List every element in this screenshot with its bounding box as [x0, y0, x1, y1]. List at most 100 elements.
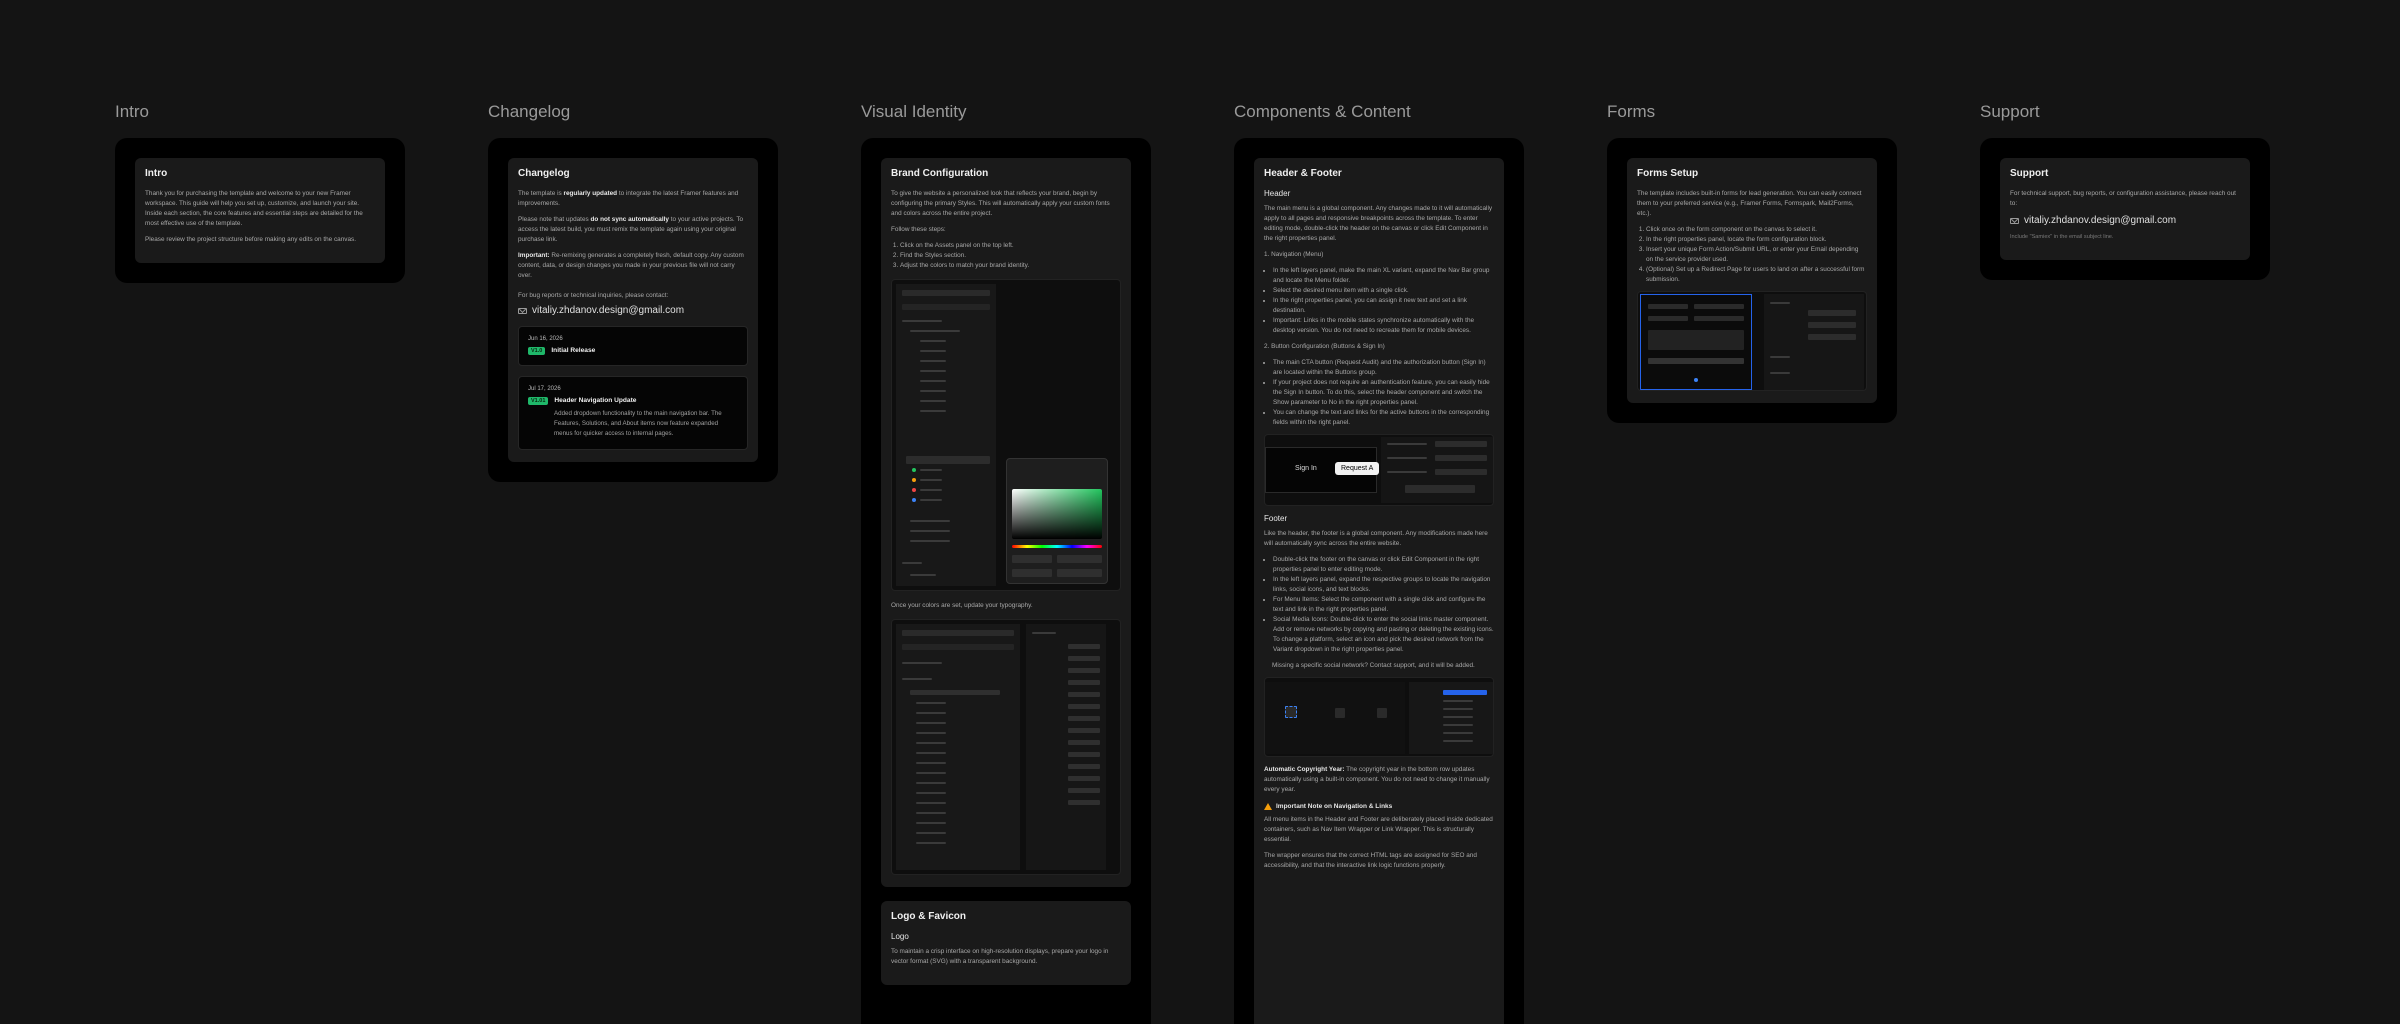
intro-section-title: Intro [115, 102, 150, 121]
changelog-entry-title: Header Navigation Update [554, 397, 637, 404]
footer-item: In the left layers panel, expand the res… [1273, 575, 1494, 595]
support-card-title: Support [2010, 168, 2049, 179]
navigation-list: In the left layers panel, make the main … [1264, 266, 1494, 336]
intro-card-title: Intro [145, 168, 168, 179]
footer-item: Double-click the footer on the canvas or… [1273, 555, 1494, 575]
changelog-card: Changelog The template is regularly upda… [508, 158, 758, 462]
footer-item: For Menu Items: Select the component wit… [1273, 595, 1494, 615]
brand-paragraph: To give the website a personalized look … [891, 190, 1110, 217]
missing-network-note: Missing a specific social network? Conta… [1272, 662, 1475, 669]
changelog-paragraph: Please note that updates do not sync aut… [518, 216, 744, 243]
changelog-entry-description: Added dropdown functionality to the main… [554, 410, 722, 437]
changelog-column: Changelog Changelog The template is regu… [488, 102, 778, 482]
mail-icon [2010, 217, 2019, 224]
changelog-frame: Changelog The template is regularly upda… [488, 138, 778, 482]
forms-step: (Optional) Set up a Redirect Page for us… [1646, 265, 1867, 285]
brand-paragraph: Follow these steps: [891, 226, 946, 233]
important-note-paragraph: The wrapper ensures that the correct HTM… [1264, 852, 1477, 869]
changelog-section-title: Changelog [488, 102, 571, 121]
forms-step: In the right properties panel, locate th… [1646, 235, 1867, 245]
important-note-paragraph: All menu items in the Header and Footer … [1264, 816, 1493, 843]
components-section-title: Components & Content [1234, 102, 1411, 121]
forms-step: Insert your unique Form Action/Submit UR… [1646, 245, 1867, 265]
navigation-heading: 1. Navigation (Menu) [1264, 251, 1324, 258]
important-note-heading: Important Note on Navigation & Links [1264, 803, 1494, 810]
brand-step: Find the Styles section. [900, 251, 1121, 261]
mail-icon [518, 307, 527, 314]
buttons-item: If your project does not require an auth… [1273, 378, 1494, 408]
support-paragraph: For technical support, bug reports, or c… [2010, 190, 2236, 207]
forms-section-title: Forms [1607, 102, 1656, 121]
buttons-item: You can change the text and links for th… [1273, 408, 1494, 428]
support-section-title: Support [1980, 102, 2040, 121]
intro-card: Intro Thank you for purchasing the templ… [135, 158, 385, 263]
footer-item: Social Media Icons: Double-click to ente… [1273, 615, 1494, 655]
forms-setup-card: Forms Setup The template includes built-… [1627, 158, 1877, 403]
changelog-entry-title: Initial Release [551, 347, 596, 354]
mock-signin-label: Sign In [1295, 465, 1317, 472]
header-paragraph: The main menu is a global component. Any… [1264, 205, 1493, 242]
header-footer-title: Header & Footer [1264, 168, 1342, 179]
changelog-paragraph: For bug reports or technical inquiries, … [518, 292, 669, 299]
logo-favicon-card: Logo & Favicon Logo To maintain a crisp … [881, 901, 1131, 985]
buttons-heading: 2. Button Configuration (Buttons & Sign … [1264, 343, 1385, 350]
forms-setup-title: Forms Setup [1637, 168, 1699, 179]
copyright-paragraph: Automatic Copyright Year: The copyright … [1264, 766, 1490, 793]
assets-panel-screenshot [891, 279, 1121, 591]
support-subject-note: Include "Samiex" in the email subject li… [2010, 234, 2114, 240]
header-buttons-screenshot: Sign In Request A [1264, 434, 1494, 506]
buttons-list: The main CTA button (Request Audit) and … [1264, 358, 1494, 428]
brand-configuration-title: Brand Configuration [891, 168, 989, 179]
changelog-email-link[interactable]: vitaliy.zhdanov.design@gmail.com [518, 305, 748, 316]
brand-configuration-card: Brand Configuration To give the website … [881, 158, 1131, 887]
intro-column: Intro Intro Thank you for purchasing the… [115, 102, 405, 283]
support-frame: Support For technical support, bug repor… [1980, 138, 2270, 280]
support-email-text: vitaliy.zhdanov.design@gmail.com [2024, 215, 2177, 226]
forms-frame: Forms Setup The template includes built-… [1607, 138, 1897, 423]
footer-subheading: Footer [1264, 514, 1288, 523]
visual-identity-column: Visual Identity Brand Configuration To g… [861, 102, 1151, 1024]
support-email-link[interactable]: vitaliy.zhdanov.design@gmail.com [2010, 215, 2240, 226]
changelog-email-text: vitaliy.zhdanov.design@gmail.com [532, 305, 685, 316]
intro-frame: Intro Thank you for purchasing the templ… [115, 138, 405, 283]
footer-paragraph: Like the header, the footer is a global … [1264, 530, 1488, 547]
intro-paragraph: Please review the project structure befo… [145, 236, 357, 243]
logo-favicon-title: Logo & Favicon [891, 911, 966, 922]
visual-identity-section-title: Visual Identity [861, 102, 967, 121]
intro-paragraph: Thank you for purchasing the template an… [145, 190, 363, 227]
forms-steps-list: Click once on the form component on the … [1637, 225, 1867, 285]
changelog-card-title: Changelog [518, 168, 570, 179]
changelog-entry-date: Jun 16, 2026 [528, 336, 563, 342]
forms-column: Forms Forms Setup The template includes … [1607, 102, 1897, 423]
forms-step: Click once on the form component on the … [1646, 225, 1867, 235]
navigation-item: In the right properties panel, you can a… [1273, 296, 1494, 316]
support-column: Support Support For technical support, b… [1980, 102, 2270, 280]
color-picker-popup [1006, 458, 1108, 584]
version-badge: V1.01 [528, 397, 549, 405]
navigation-item: Important: Links in the mobile states sy… [1273, 316, 1494, 336]
components-frame: Header & Footer Header The main menu is … [1234, 138, 1524, 1024]
changelog-entry: Jun 16, 2026 V1.0 Initial Release [518, 326, 748, 366]
logo-paragraph: To maintain a crisp interface on high-re… [891, 948, 1109, 965]
brand-steps-list: Click on the Assets panel on the top lef… [891, 241, 1121, 271]
changelog-paragraph: Important: Re-remixing generates a compl… [518, 252, 744, 279]
typography-panel-screenshot [891, 619, 1121, 875]
brand-paragraph: Once your colors are set, update your ty… [891, 602, 1033, 609]
changelog-paragraph: The template is regularly updated to int… [518, 190, 739, 207]
mock-request-button: Request A [1335, 462, 1380, 475]
version-badge: V1.0 [528, 347, 546, 355]
header-footer-card: Header & Footer Header The main menu is … [1254, 158, 1504, 1024]
visual-identity-frame: Brand Configuration To give the website … [861, 138, 1151, 1024]
changelog-entry-date: Jul 17, 2026 [528, 386, 561, 392]
form-settings-screenshot [1637, 291, 1867, 391]
header-subheading: Header [1264, 189, 1291, 198]
changelog-entry: Jul 17, 2026 V1.01 Header Navigation Upd… [518, 376, 748, 450]
warning-icon [1264, 803, 1272, 810]
footer-list: Double-click the footer on the canvas or… [1264, 555, 1494, 655]
brand-step: Click on the Assets panel on the top lef… [900, 241, 1121, 251]
components-column: Components & Content Header & Footer Hea… [1234, 102, 1524, 1024]
navigation-item: In the left layers panel, make the main … [1273, 266, 1494, 286]
footer-icons-screenshot [1264, 677, 1494, 757]
buttons-item: The main CTA button (Request Audit) and … [1273, 358, 1494, 378]
brand-step: Adjust the colors to match your brand id… [900, 261, 1121, 271]
